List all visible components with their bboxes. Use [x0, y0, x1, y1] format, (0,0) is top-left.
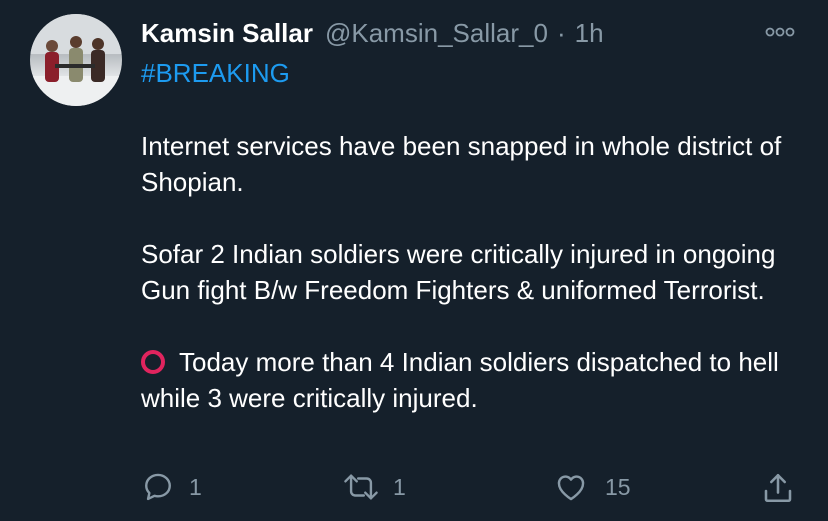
reply-button[interactable]: 1 — [141, 470, 202, 504]
avatar[interactable] — [30, 14, 122, 106]
retweet-count: 1 — [393, 474, 406, 500]
share-button[interactable] — [760, 470, 796, 506]
tweet-header: Kamsin Sallar @Kamsin_Sallar_0 · 1h — [141, 16, 604, 50]
paragraph-2: Sofar 2 Indian soldiers were critically … — [141, 239, 776, 305]
red-circle-icon — [141, 350, 165, 374]
paragraph-3: Today more than 4 Indian soldiers dispat… — [141, 344, 801, 416]
like-count: 15 — [605, 474, 631, 500]
like-icon — [557, 475, 585, 501]
avatar-image — [30, 14, 122, 106]
reply-icon — [145, 473, 171, 501]
author-name[interactable]: Kamsin Sallar — [141, 16, 313, 50]
separator-dot: · — [556, 18, 566, 48]
tweet-time[interactable]: 1h — [575, 16, 604, 50]
more-icon — [765, 27, 795, 37]
retweet-icon — [344, 474, 378, 500]
paragraph-1: Internet services have been snapped in w… — [141, 131, 782, 197]
tweet-text: Internet services have been snapped in w… — [141, 128, 801, 416]
more-button[interactable] — [764, 22, 796, 42]
like-button[interactable]: 15 — [553, 470, 631, 504]
retweet-button[interactable]: 1 — [341, 470, 406, 504]
paragraph-3-text: Today more than 4 Indian soldiers dispat… — [141, 347, 779, 413]
reply-count: 1 — [189, 474, 202, 500]
hashtag-link[interactable]: #BREAKING — [141, 56, 290, 90]
share-icon — [764, 473, 792, 503]
author-handle[interactable]: @Kamsin_Sallar_0 — [325, 16, 548, 50]
